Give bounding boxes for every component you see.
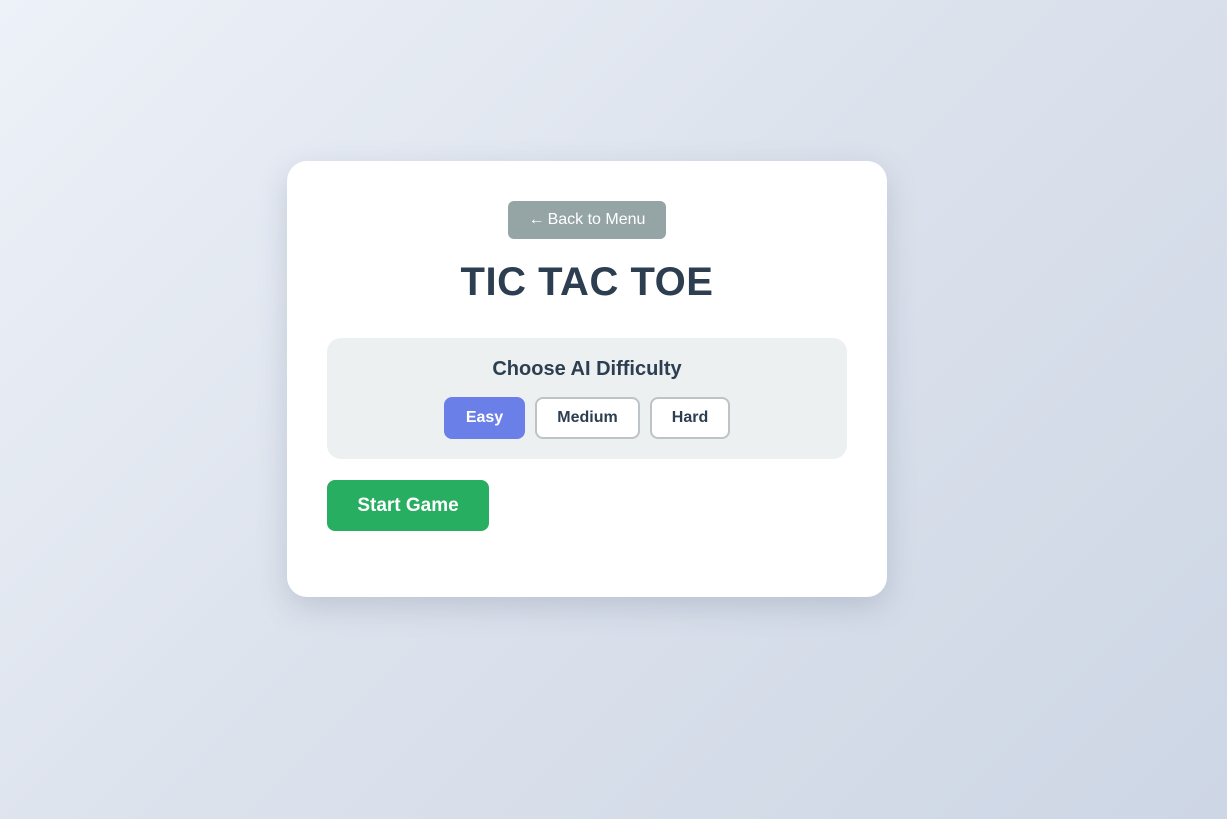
difficulty-options: Easy Medium Hard [327,397,847,439]
difficulty-easy-button[interactable]: Easy [444,397,525,439]
difficulty-hard-button[interactable]: Hard [650,397,730,439]
difficulty-medium-button[interactable]: Medium [535,397,640,439]
game-title: TIC TAC TOE [460,260,714,304]
back-to-menu-button[interactable]: ← Back to Menu [508,201,666,239]
left-arrow-icon: ← [528,211,545,228]
back-to-menu-label: Back to Menu [547,211,646,228]
game-setup-card: ← Back to Menu TIC TAC TOE Choose AI Diff… [287,161,887,597]
start-game-button[interactable]: Start Game [327,480,489,531]
difficulty-heading: Choose AI Difficulty [492,358,682,380]
difficulty-panel: Choose AI Difficulty Easy Medium Hard [327,338,847,459]
